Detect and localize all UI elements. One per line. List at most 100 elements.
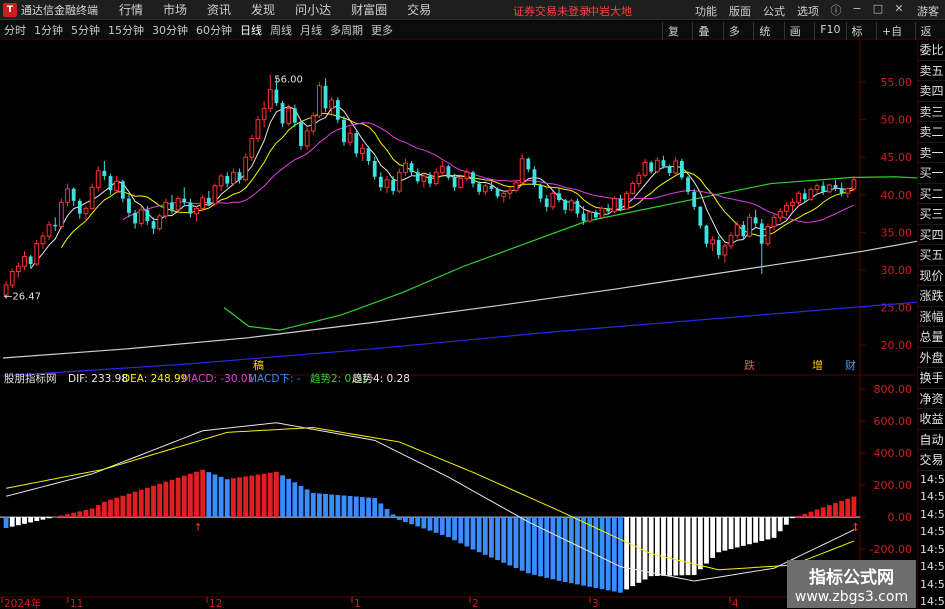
x-axis-label: 11 xyxy=(70,598,83,609)
side-panel-item[interactable]: 卖五 xyxy=(918,61,945,81)
candle-body xyxy=(679,160,684,178)
price-tick-label: 40.00 xyxy=(881,189,913,202)
candle-body xyxy=(704,225,709,244)
period-tab[interactable]: 更多 xyxy=(367,22,397,38)
macd-histogram-bar xyxy=(212,474,218,518)
side-panel-item[interactable]: 涨跌 xyxy=(918,286,945,307)
side-panel-item[interactable]: 收益 xyxy=(918,409,945,430)
candle-body xyxy=(65,188,70,203)
macd-histogram-bar xyxy=(347,496,353,518)
macd-histogram-bar xyxy=(446,517,451,538)
period-tab[interactable]: 多周期 xyxy=(326,22,367,38)
candle-body xyxy=(170,202,174,210)
side-panel-item[interactable]: 买三 xyxy=(918,204,945,225)
trade-login-status[interactable]: 证券交易未登录 xyxy=(513,3,590,19)
candle-body xyxy=(342,119,346,143)
period-tab[interactable]: 5分钟 xyxy=(67,22,104,38)
menu-item[interactable]: 交易 xyxy=(397,1,441,18)
period-tab[interactable]: 分时 xyxy=(0,22,30,38)
macd-histogram-bar xyxy=(734,517,740,548)
side-panel-item[interactable]: 卖二 xyxy=(918,122,945,143)
candle-body xyxy=(722,245,728,256)
candle-body xyxy=(409,163,414,173)
side-panel-item[interactable]: 换手 xyxy=(918,368,945,389)
menu-item[interactable]: 选项 xyxy=(791,3,825,19)
candle-body xyxy=(686,177,690,192)
period-tab[interactable]: 60分钟 xyxy=(192,22,236,38)
maximize-icon[interactable]: □ xyxy=(872,2,884,16)
macd-histogram-bar xyxy=(716,517,722,553)
guest-login-button[interactable]: 游客 xyxy=(917,3,939,19)
side-panel-item[interactable]: 现价 xyxy=(918,266,945,286)
period-tab[interactable]: 月线 xyxy=(296,22,326,38)
side-panel-item[interactable]: 买五 xyxy=(918,245,945,266)
side-panel-item[interactable]: 交易 xyxy=(918,450,945,471)
candle-body xyxy=(728,234,734,247)
macd-histogram-bar xyxy=(169,479,175,518)
side-panel-item[interactable]: 外盘 xyxy=(918,348,945,368)
side-panel-item[interactable]: 买四 xyxy=(918,225,945,245)
macd-histogram-bar xyxy=(384,508,390,518)
macd-histogram-bar xyxy=(286,478,292,518)
menu-item[interactable]: 问小达 xyxy=(285,1,341,18)
signal-arrow-icon: ↑ xyxy=(194,521,203,534)
macd-histogram-bar xyxy=(538,517,543,577)
menu-item[interactable]: 公式 xyxy=(757,3,791,19)
side-panel-item[interactable]: 委比 xyxy=(918,40,945,61)
menu-item[interactable]: 行情 xyxy=(109,1,153,18)
macd-histogram-bar xyxy=(525,517,531,574)
menu-item[interactable]: 财富圈 xyxy=(341,1,397,18)
candle-body xyxy=(654,159,660,173)
event-marker: 财 xyxy=(845,358,856,372)
side-panel-item[interactable]: 自动 xyxy=(918,430,945,450)
macd-histogram-bar xyxy=(237,477,242,518)
info-icon[interactable]: ⓘ xyxy=(830,2,842,17)
macd-histogram-bar xyxy=(458,517,464,544)
price-tick-label: 50.00 xyxy=(881,114,913,127)
tick-time: 14:56 xyxy=(920,525,945,538)
macd-histogram-bar xyxy=(396,517,402,520)
menu-item[interactable]: 功能 xyxy=(689,3,723,19)
menu-item[interactable]: 发现 xyxy=(241,1,285,18)
candle-body xyxy=(698,206,703,226)
menu-item[interactable]: 市场 xyxy=(153,1,197,18)
macd-histogram-bar xyxy=(120,495,126,518)
close-icon[interactable]: ✕ xyxy=(893,2,905,16)
period-tab[interactable]: 日线 xyxy=(236,22,266,38)
minimize-icon[interactable]: − xyxy=(851,2,863,16)
menu-item[interactable]: 资讯 xyxy=(197,1,241,18)
candle-body xyxy=(114,180,120,191)
macd-histogram-bar xyxy=(114,497,120,518)
period-tab[interactable]: 1分钟 xyxy=(30,22,67,38)
candle-body xyxy=(765,225,771,245)
macd-histogram-bar xyxy=(353,496,359,518)
side-panel-item[interactable]: 买一 xyxy=(918,163,945,184)
candle-body xyxy=(58,201,64,227)
macd-histogram-bar xyxy=(83,509,89,518)
candle-body xyxy=(808,189,814,200)
period-tab[interactable]: 周线 xyxy=(266,22,296,38)
candle-body xyxy=(471,172,475,184)
side-panel-item[interactable]: 买二 xyxy=(918,184,945,204)
period-tab[interactable]: 15分钟 xyxy=(104,22,148,38)
side-panel-item[interactable]: 净资 xyxy=(918,389,945,409)
macd-histogram-bar xyxy=(814,509,820,518)
candle-body xyxy=(796,192,802,203)
macd-histogram-bar xyxy=(372,498,378,518)
candle-body xyxy=(145,209,150,222)
macd-histogram-bar xyxy=(218,476,224,518)
side-panel-item[interactable]: 卖四 xyxy=(918,81,945,102)
side-panel-item[interactable]: 总量 xyxy=(918,327,945,348)
candle-body xyxy=(446,166,451,178)
side-panel-item[interactable]: 涨幅 xyxy=(918,307,945,327)
candle-body xyxy=(22,255,27,267)
side-panel-item[interactable]: 卖三 xyxy=(918,102,945,122)
side-panel-item[interactable]: 卖一 xyxy=(918,143,945,163)
candle-body xyxy=(255,119,261,139)
menu-item[interactable]: 版面 xyxy=(723,3,757,19)
stock-chart[interactable]: 55.0050.0045.0040.0035.0030.0025.0020.00… xyxy=(0,40,917,609)
candle-body xyxy=(814,185,820,191)
tick-time: 14:56 xyxy=(920,595,945,608)
period-tab[interactable]: 30分钟 xyxy=(148,22,192,38)
macd-histogram-bar xyxy=(77,511,83,518)
